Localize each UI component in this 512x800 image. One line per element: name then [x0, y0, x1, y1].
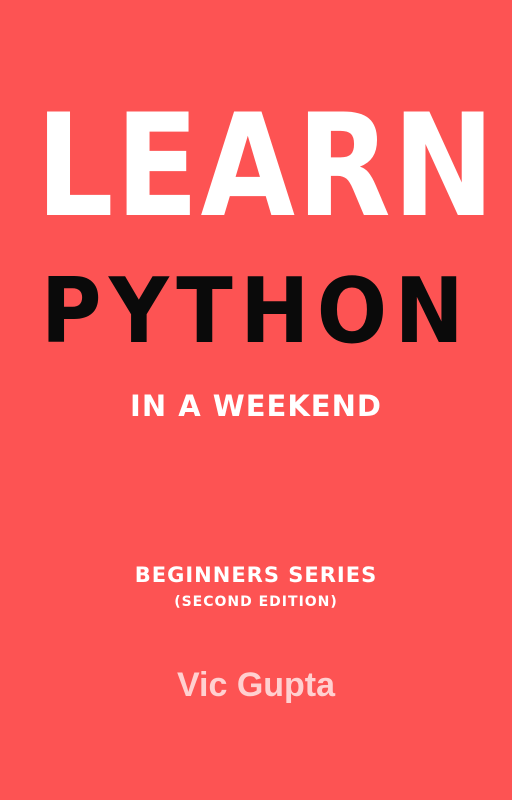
series-label: BEGINNERS SERIES [134, 563, 378, 587]
subtitle: IN A WEEKEND [130, 389, 382, 423]
author-name: Vic Gupta [176, 666, 336, 704]
edition-label: (SECOND EDITION) [174, 594, 338, 610]
title-line-learn: LEARN [35, 84, 497, 249]
title-line-python: PYTHON [40, 259, 472, 364]
book-cover: LEARN PYTHON IN A WEEKEND BEGINNERS SERI… [0, 0, 512, 800]
